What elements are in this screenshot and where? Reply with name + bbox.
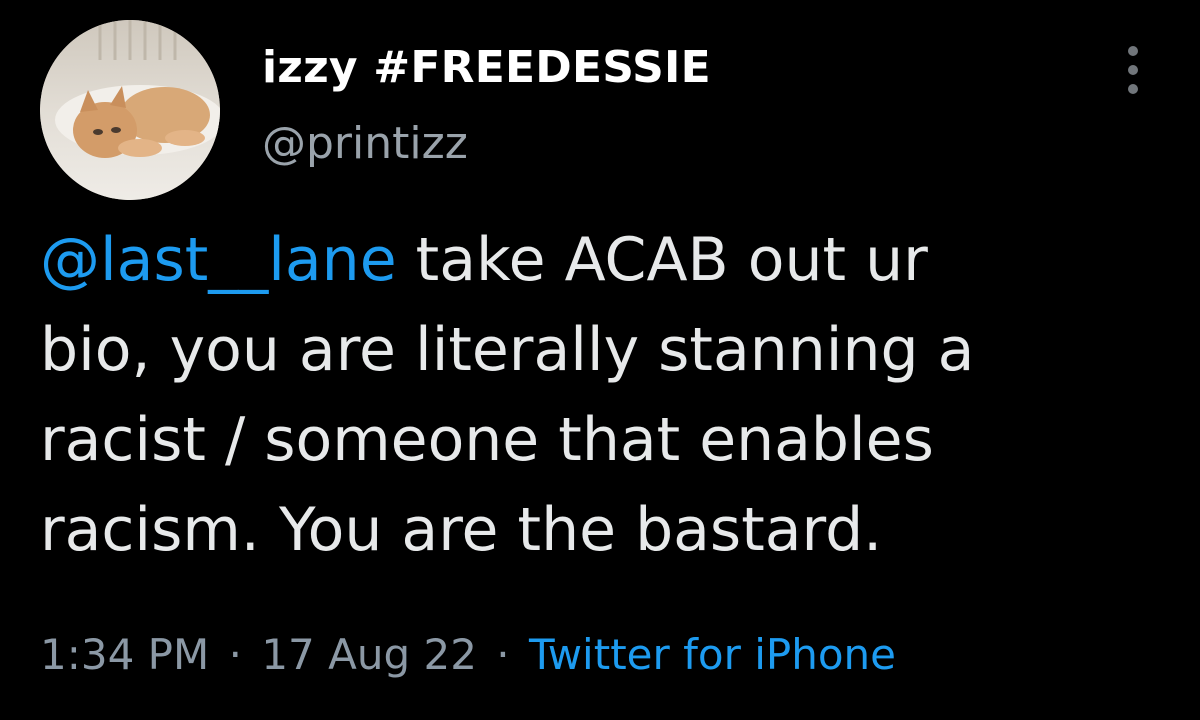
- user-handle[interactable]: @printizz: [262, 118, 468, 169]
- tweet-date[interactable]: 17 Aug 22: [261, 630, 477, 679]
- tweet-time[interactable]: 1:34 PM: [40, 630, 209, 679]
- menu-dot: [1128, 46, 1138, 56]
- tweet-line-1-text: take ACAB out ur: [396, 225, 928, 295]
- menu-dot: [1128, 65, 1138, 75]
- tweet-line-4: racism. You are the bastard.: [40, 495, 883, 565]
- more-options-icon[interactable]: [1118, 40, 1148, 100]
- menu-dot: [1128, 84, 1138, 94]
- cat-photo-avatar: [40, 20, 220, 200]
- tweet-text: @last__lane take ACAB out ur bio, you ar…: [40, 215, 1170, 575]
- meta-separator: ·: [228, 630, 242, 679]
- mention-link[interactable]: @last__lane: [40, 225, 397, 295]
- tweet-line-3: racist / someone that enables: [40, 405, 934, 475]
- meta-separator: ·: [496, 630, 510, 679]
- display-name[interactable]: izzy #FREEDESSIE: [262, 42, 711, 93]
- tweet-line-1: @last__lane take ACAB out ur: [40, 215, 1170, 305]
- avatar[interactable]: [40, 20, 220, 200]
- tweet-meta: 1:34 PM · 17 Aug 22 · Twitter for iPhone: [40, 630, 896, 679]
- tweet-line-2: bio, you are literally stanning a: [40, 315, 975, 385]
- tweet-source-link[interactable]: Twitter for iPhone: [529, 630, 896, 679]
- tweet-card: izzy #FREEDESSIE @printizz @last__lane t…: [0, 0, 1200, 720]
